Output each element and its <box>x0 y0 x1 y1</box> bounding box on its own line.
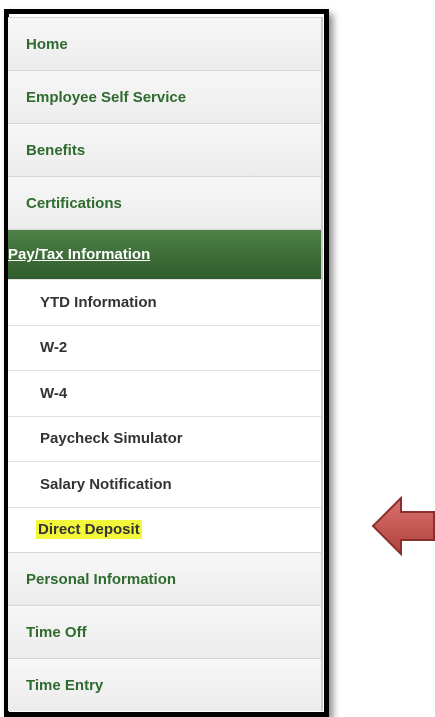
menu-item-employee-self-service[interactable]: Employee Self Service <box>8 70 321 123</box>
submenu-item-label: Salary Notification <box>40 475 172 493</box>
submenu-item-direct-deposit[interactable]: Direct Deposit <box>8 506 321 552</box>
menu-item-benefits[interactable]: Benefits <box>8 123 321 176</box>
submenu-item-paycheck-simulator[interactable]: Paycheck Simulator <box>8 415 321 461</box>
menu-item-label: Employee Self Service <box>26 88 187 106</box>
submenu-item-salary-notification[interactable]: Salary Notification <box>8 461 321 507</box>
menu-item-label: Certifications <box>26 194 122 212</box>
menu-item-home[interactable]: Home <box>8 17 321 70</box>
submenu-item-w2[interactable]: W-2 <box>8 324 321 370</box>
menu-item-time-off[interactable]: Time Off <box>8 605 321 658</box>
submenu-item-label: W-4 <box>40 384 68 402</box>
menu-item-label: Personal Information <box>26 570 177 588</box>
menu-item-pay-tax-information[interactable]: Pay/Tax Information <box>8 229 321 279</box>
submenu-item-label: Paycheck Simulator <box>40 430 183 448</box>
menu-item-label: Home <box>26 35 68 53</box>
menu-item-label: Pay/Tax Information <box>8 246 151 263</box>
submenu-item-ytd-information[interactable]: YTD Information <box>8 279 321 325</box>
left-arrow-icon <box>371 496 435 556</box>
sidebar-menu: Home Employee Self Service Benefits Cert… <box>8 17 323 711</box>
menu-item-certifications[interactable]: Certifications <box>8 176 321 229</box>
menu-item-label: Time Off <box>26 623 87 641</box>
submenu-item-w4[interactable]: W-4 <box>8 370 321 416</box>
menu-item-personal-information[interactable]: Personal Information <box>8 552 321 605</box>
menu-item-label: Benefits <box>26 141 86 159</box>
submenu-item-label: YTD Information <box>40 293 157 311</box>
highlighted-label: Direct Deposit <box>36 520 142 540</box>
submenu-item-label: W-2 <box>40 339 68 357</box>
menu-item-time-entry[interactable]: Time Entry <box>8 658 321 711</box>
menu-item-label: Time Entry <box>26 676 104 694</box>
